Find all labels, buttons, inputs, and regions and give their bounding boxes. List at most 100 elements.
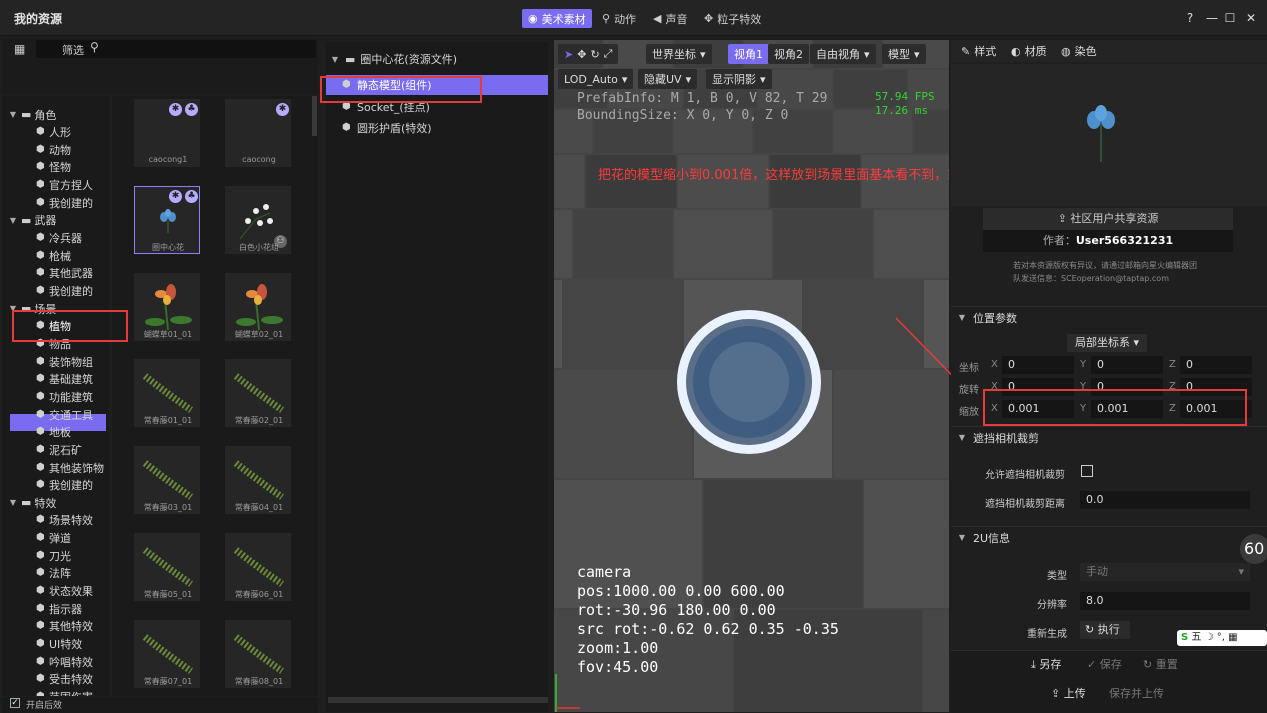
transform-y-field[interactable]: 0 — [1091, 356, 1163, 374]
search-icon[interactable]: ⚲ — [90, 40, 99, 54]
tree-item[interactable]: ▼ ▬ 武器 — [8, 212, 56, 229]
rotate-icon[interactable]: ↻ — [590, 48, 599, 61]
tree-item[interactable]: ⬢范围伤害 — [36, 688, 93, 696]
save-upload-button[interactable]: 保存并上传 — [1109, 685, 1164, 701]
tree-item[interactable]: ⬢ 枪械 — [36, 247, 71, 264]
maximize-button[interactable]: ☐ — [1222, 10, 1238, 26]
tree-item[interactable]: ⬢ 弹道 — [36, 530, 71, 547]
save-button[interactable]: ✓ 保存 — [1087, 656, 1122, 672]
tree-item[interactable]: ⬢ 交通工具 — [36, 406, 93, 423]
transform-x-field[interactable]: 0 — [1002, 356, 1074, 374]
asset-thumb[interactable]: ✱ caocong — [225, 99, 291, 167]
tree-item[interactable]: ⬢ UI特效 — [36, 636, 82, 653]
tree-item[interactable]: ⬢ 法阵 — [36, 565, 71, 582]
component-root[interactable]: ▼ ▬ 圈中心花(资源文件) — [326, 49, 548, 69]
occlusion-distance-field[interactable]: 0.0 — [1080, 491, 1250, 509]
asset-thumb[interactable]: 蝴蝶草01_01 — [134, 272, 200, 341]
viewport-option-dropdown[interactable]: 显示阴影 ▾ — [706, 69, 772, 89]
search-input[interactable] — [106, 41, 312, 57]
resolution-field[interactable]: 8.0 — [1080, 592, 1250, 610]
section-position[interactable]: ▼ 位置参数 — [951, 306, 1267, 328]
tree-item[interactable]: ⬢ 场景特效 — [36, 512, 93, 529]
tab-dye[interactable]: ◍ 染色 — [1061, 42, 1097, 60]
pointer-icon[interactable]: ➤ — [564, 48, 573, 61]
coord-mode-select[interactable]: 局部坐标系 ▾ — [1067, 334, 1147, 352]
tab-particle[interactable]: ✥ 粒子特效 — [698, 9, 767, 28]
tree-item[interactable]: ⬢ 其他特效 — [36, 618, 93, 635]
tab-style[interactable]: ✎ 样式 — [961, 42, 996, 60]
save-as-button[interactable]: ⤓ 另存 — [1031, 656, 1061, 672]
tree-item[interactable]: ⬢ 基础建筑 — [36, 371, 93, 388]
viewport-option-dropdown[interactable]: LOD_Auto ▾ — [558, 69, 634, 89]
tree-item[interactable]: ⬢ 怪物 — [36, 159, 71, 176]
run-button[interactable]: ↻ 执行 — [1080, 621, 1130, 639]
run-label: 执行 — [1097, 623, 1120, 636]
postfx-checkbox[interactable]: ✓ — [10, 698, 20, 708]
asset-thumb[interactable]: 常春藤02_01 — [225, 359, 291, 428]
tree-item[interactable]: ▼ ▬ 特效 — [8, 494, 56, 511]
asset-thumb[interactable]: 常春藤07_01 — [134, 619, 200, 688]
component-shield[interactable]: ⬢ 圆形护盾(特效) — [326, 118, 548, 138]
viewport-toolbar-button[interactable]: 视角2 — [768, 44, 809, 64]
floor-tile — [874, 210, 949, 278]
viewport-toolbar-button[interactable]: 自由视角 ▾ — [810, 44, 876, 64]
asset-thumb[interactable]: 常春藤08_01 — [225, 619, 291, 688]
type-select[interactable]: 手动 ▾ — [1080, 563, 1250, 581]
asset-thumb[interactable]: 蝴蝶草02_01 — [225, 272, 291, 341]
tree-item[interactable]: ⬢ 泥石矿 — [36, 441, 82, 458]
viewport-toolbar-button[interactable]: 世界坐标 ▾ — [646, 44, 712, 64]
help-button[interactable]: ? — [1182, 10, 1198, 26]
tree-item[interactable]: ⬢ 刀光 — [36, 547, 71, 564]
transform-tools[interactable]: ➤ ✥ ↻ ⤢ — [558, 44, 619, 64]
tree-item[interactable]: ▼ ▬ 角色 — [8, 106, 56, 123]
tree-item[interactable]: ⬢ 动物 — [36, 141, 71, 158]
move-icon[interactable]: ✥ — [577, 48, 586, 61]
h-scrollbar[interactable] — [328, 697, 548, 703]
v-scrollbar[interactable] — [312, 96, 317, 136]
tree-item[interactable]: ⬢ 地板 — [36, 424, 71, 441]
reset-button[interactable]: ↻ 重置 — [1143, 656, 1178, 672]
tree-item[interactable]: ⬢ 吟唱特效 — [36, 653, 93, 670]
asset-thumb[interactable]: 常春藤05_01 — [134, 533, 200, 601]
tab-art-assets[interactable]: ◉ 美术素材 — [522, 9, 592, 28]
section-2u[interactable]: ▼ 2U信息 — [951, 526, 1267, 548]
tree-item[interactable]: ⬢ 人形 — [36, 124, 71, 141]
tree-item[interactable]: ⬢ 我创建的 — [36, 194, 93, 211]
section-occlusion[interactable]: ▼ 遮挡相机裁剪 — [951, 426, 1267, 448]
asset-thumb[interactable]: ✱ ♣ caocong1 — [134, 99, 200, 167]
asset-thumb[interactable]: ⚇ 白色小花组 — [225, 185, 291, 254]
asset-thumb[interactable]: 常春藤06_01 — [225, 533, 291, 601]
tree-item[interactable]: ⬢ 其他武器 — [36, 265, 93, 282]
allow-occlusion-checkbox[interactable] — [1081, 465, 1093, 477]
viewport-toolbar-button[interactable]: 视角1 — [728, 44, 769, 64]
scale-icon[interactable]: ⤢ — [604, 47, 613, 61]
tab-sound[interactable]: ◀ 声音 — [647, 9, 693, 28]
grid-view-icon[interactable]: ▦ — [14, 42, 28, 56]
minimize-button[interactable]: — — [1204, 10, 1220, 26]
asset-thumb[interactable]: 常春藤01_01 — [134, 359, 200, 428]
tab-animation[interactable]: ⚲ 动作 — [596, 9, 642, 28]
tree-item[interactable]: ⬢ 其他装饰物 — [36, 459, 104, 476]
tab-material[interactable]: ◐ 材质 — [1011, 42, 1047, 60]
tree-item[interactable]: ⬢ 我创建的 — [36, 283, 93, 300]
tree-item[interactable]: ⬢ 指示器 — [36, 600, 82, 617]
viewport-toolbar-button[interactable]: 模型 ▾ — [882, 44, 926, 64]
category-tree: ▼ ▬ 角色 ⬢ 人形 ⬢ 动物 ⬢ 怪物 ⬢ 官方捏人 ⬢ 我创建的 ▼ ▬ 武器 ⬢ 冷兵器 ⬢ 枪械 ⬢ 其他武器 ⬢… — [2, 96, 109, 696]
tree-item[interactable]: ⬢ 功能建筑 — [36, 388, 93, 405]
asset-thumb[interactable]: 常春藤04_01 — [225, 446, 291, 515]
share-resource-button[interactable]: ⇪ 社区用户共享资源 — [983, 208, 1233, 230]
tree-item[interactable]: ⬢ 冷兵器 — [36, 230, 82, 247]
tree-item[interactable]: ⬢ 官方捏人 — [36, 177, 93, 194]
asset-thumb[interactable]: ✱ ♣ 圈中心花 — [134, 185, 200, 254]
asset-thumb[interactable]: 常春藤03_01 — [134, 446, 200, 515]
tree-item[interactable]: ⬢ 装饰物组 — [36, 353, 93, 370]
viewport-option-dropdown[interactable]: 隐藏UV ▾ — [638, 69, 698, 89]
tree-item[interactable]: ⬢ 状态效果 — [36, 583, 93, 600]
asset-label: 常春藤06_01 — [234, 590, 284, 599]
transform-z-field[interactable]: 0 — [1180, 356, 1252, 374]
tree-item[interactable]: ⬢ 我创建的 — [36, 477, 93, 494]
tree-item[interactable]: ⬢ 受击特效 — [36, 671, 93, 688]
close-button[interactable]: ✕ — [1243, 10, 1259, 26]
club-badge-icon: ♣ — [185, 189, 198, 203]
upload-button[interactable]: ⇪ 上传 — [1051, 685, 1086, 701]
